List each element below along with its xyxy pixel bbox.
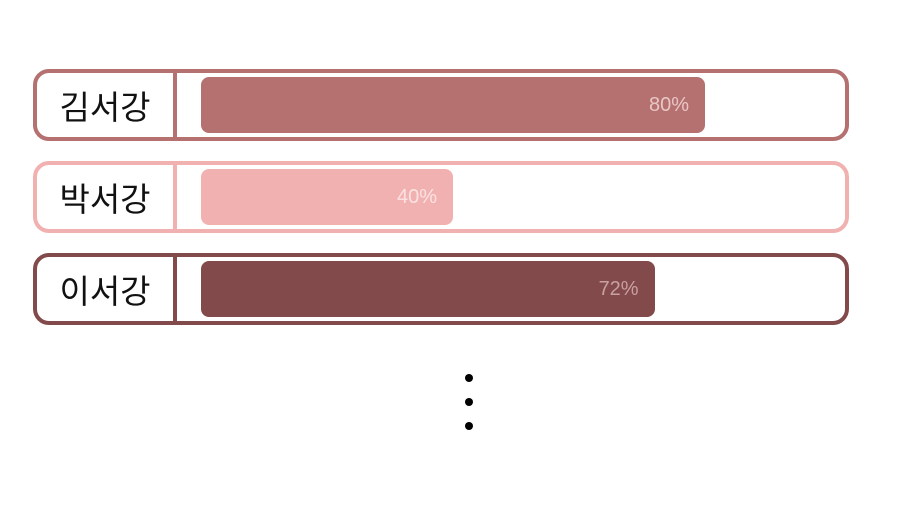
data-label: 72% (598, 277, 639, 300)
bar: 72% (201, 261, 655, 317)
bar: 80% (201, 77, 705, 133)
data-label: 80% (648, 93, 689, 116)
category-label: 박서강 (37, 165, 177, 229)
chart-row: 박서강 40% (33, 161, 849, 233)
data-label: 40% (396, 185, 437, 208)
bar-track: 72% (201, 261, 831, 317)
category-label: 김서강 (37, 73, 177, 137)
bar-track: 40% (201, 169, 831, 225)
dot (465, 374, 473, 382)
bar-track: 80% (201, 77, 831, 133)
chart-row: 이서강 72% (33, 253, 849, 325)
dot (465, 398, 473, 406)
more-rows-ellipsis-icon (463, 370, 475, 434)
bar: 40% (201, 169, 453, 225)
chart-row: 김서강 80% (33, 69, 849, 141)
category-label: 이서강 (37, 257, 177, 321)
dot (465, 422, 473, 430)
